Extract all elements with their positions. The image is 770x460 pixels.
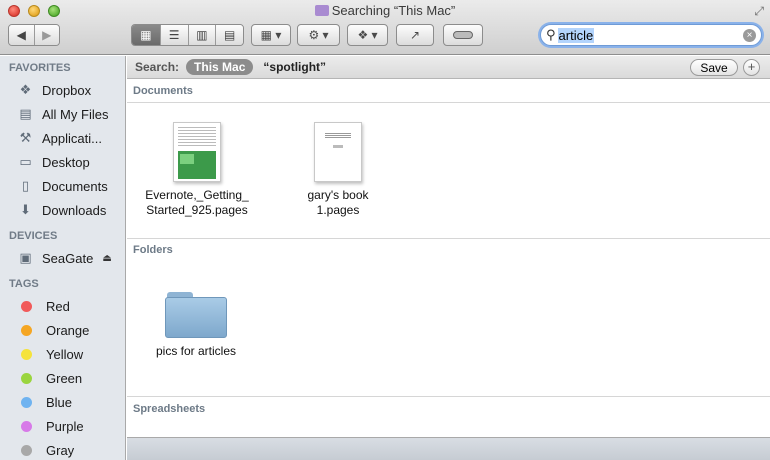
all-files-icon: ▤ [19, 106, 32, 121]
share-button[interactable]: ↗ [396, 24, 434, 46]
pages-document-icon [173, 122, 221, 182]
tag-color-dot [21, 348, 32, 360]
dropbox-button[interactable]: ❖ ▾ [347, 24, 388, 46]
tag-color-dot [21, 300, 32, 312]
sidebar-tag-yellow[interactable]: Yellow [0, 342, 125, 366]
clear-search-icon[interactable]: × [743, 29, 756, 42]
file-name: gary's book [307, 188, 369, 202]
downloads-icon: ⬇ [20, 202, 31, 217]
scope-label: Search: [135, 60, 180, 74]
icon-view-button[interactable]: ▦ [132, 25, 161, 45]
sidebar-tag-purple[interactable]: Purple [0, 414, 125, 438]
group-header-documents: Documents [133, 85, 193, 97]
save-search-button[interactable]: Save [690, 59, 738, 76]
tag-color-dot [21, 372, 32, 384]
back-forward-control: ◀ ▶ [8, 24, 60, 46]
sidebar-tag-green[interactable]: Green [0, 366, 125, 390]
action-gear-button[interactable]: ⚙ ▾ [297, 24, 340, 46]
file-item[interactable]: gary's book 1.pages [278, 122, 398, 218]
sidebar-item-applications[interactable]: ⚒ Applicati... [0, 126, 125, 150]
sidebar-item-seagate[interactable]: ▣ SeaGate ⏏ [0, 246, 125, 270]
file-name: 1.pages [316, 203, 360, 217]
divider [127, 396, 770, 397]
share-icon: ↗ [409, 28, 421, 42]
status-bar [127, 437, 770, 460]
divider [127, 238, 770, 239]
dropbox-icon: ❖ [19, 82, 32, 97]
window-title: Searching “This Mac” [0, 3, 770, 18]
arrange-button[interactable]: ▦ ▾ [251, 24, 291, 46]
sidebar-item-desktop[interactable]: ▭ Desktop [0, 150, 125, 174]
finder-window: Searching “This Mac” ⤢ ◀ ▶ ▦ ☰ ▥ ▤ ▦ ▾ ⚙… [0, 0, 770, 460]
group-header-spreadsheets: Spreadsheets [133, 403, 206, 415]
smart-folder-icon [314, 5, 329, 16]
sidebar-tag-red[interactable]: Red [0, 294, 125, 318]
sidebar-devices-header: DEVICES [9, 230, 58, 242]
tag-color-dot [21, 444, 32, 456]
back-button[interactable]: ◀ [9, 25, 35, 45]
fullscreen-icon[interactable]: ⤢ [754, 4, 764, 19]
search-input[interactable]: article [557, 27, 595, 43]
applications-icon: ⚒ [19, 130, 32, 145]
sidebar-item-downloads[interactable]: ⬇ Downloads [0, 198, 125, 222]
cover-flow-button[interactable]: ▤ [216, 25, 243, 45]
eject-icon[interactable]: ⏏ [102, 253, 111, 264]
sidebar-item-dropbox[interactable]: ❖ Dropbox [0, 78, 125, 102]
sidebar-tag-gray[interactable]: Gray [0, 438, 125, 460]
tag-color-dot [21, 396, 32, 408]
results-area: Documents Evernote,_Getting_ Started_925… [127, 80, 770, 437]
desktop-icon: ▭ [19, 154, 32, 169]
pages-document-icon [314, 122, 362, 182]
add-criteria-button[interactable]: + [743, 59, 760, 76]
group-header-folders: Folders [133, 244, 173, 256]
sidebar: FAVORITES ❖ Dropbox ▤ All My Files ⚒ Applic… [0, 56, 126, 460]
tag-color-dot [21, 420, 32, 432]
folder-icon [165, 292, 227, 338]
sidebar-item-all-my-files[interactable]: ▤ All My Files [0, 102, 125, 126]
scope-this-mac[interactable]: This Mac [186, 59, 254, 75]
folder-item[interactable]: pics for articles [136, 292, 256, 359]
documents-icon: ▯ [21, 178, 30, 193]
search-scope-bar: Search: This Mac “spotlight” Save + [127, 56, 770, 79]
dropbox-icon: ❖ [357, 28, 369, 42]
view-mode-control: ▦ ☰ ▥ ▤ [131, 24, 244, 46]
sidebar-tags-header: TAGS [9, 278, 39, 290]
search-field[interactable]: ⚲ article × [540, 24, 762, 46]
search-icon: ⚲ [546, 27, 556, 42]
sidebar-favorites-header: FAVORITES [9, 62, 71, 74]
gear-icon: ⚙ [308, 28, 320, 42]
divider [127, 102, 770, 103]
scope-spotlight[interactable]: “spotlight” [263, 60, 326, 74]
drive-icon: ▣ [19, 250, 32, 265]
folder-name: pics for articles [155, 344, 237, 358]
toolbar: Searching “This Mac” ⤢ ◀ ▶ ▦ ☰ ▥ ▤ ▦ ▾ ⚙… [0, 0, 770, 55]
list-view-button[interactable]: ☰ [160, 25, 189, 45]
file-item[interactable]: Evernote,_Getting_ Started_925.pages [137, 122, 257, 218]
file-name: Evernote,_Getting_ [145, 188, 249, 202]
sidebar-item-documents[interactable]: ▯ Documents [0, 174, 125, 198]
tag-color-dot [21, 324, 32, 336]
column-view-button[interactable]: ▥ [188, 25, 217, 45]
file-name: Started_925.pages [146, 203, 248, 217]
sidebar-tag-blue[interactable]: Blue [0, 390, 125, 414]
tag-icon [453, 31, 473, 39]
forward-button[interactable]: ▶ [34, 25, 59, 45]
sidebar-tag-orange[interactable]: Orange [0, 318, 125, 342]
tags-button[interactable] [443, 24, 483, 46]
